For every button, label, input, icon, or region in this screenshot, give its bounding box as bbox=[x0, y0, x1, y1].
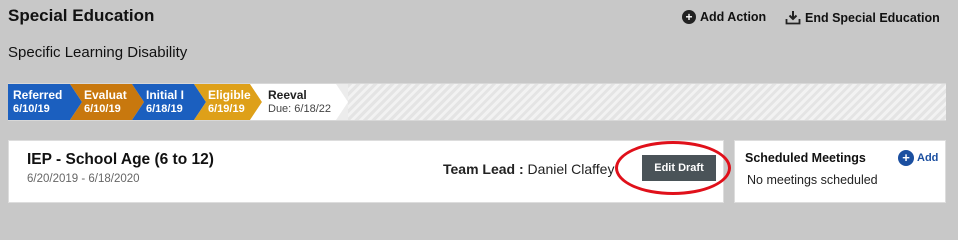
track-remaining-area bbox=[348, 84, 946, 120]
iep-title: IEP - School Age (6 to 12) bbox=[27, 151, 214, 168]
team-lead-label: Team Lead : bbox=[443, 161, 524, 177]
iep-date-range: 6/20/2019 - 6/18/2020 bbox=[27, 173, 140, 185]
no-meetings-text: No meetings scheduled bbox=[747, 173, 878, 187]
stage-name: Initial I bbox=[146, 88, 185, 102]
add-meeting-button[interactable]: + Add bbox=[898, 150, 938, 166]
edit-draft-button[interactable]: Edit Draft bbox=[642, 155, 716, 181]
stage-name: Referred bbox=[13, 88, 63, 102]
plus-circle-icon: + bbox=[682, 10, 696, 24]
stage-reeval[interactable]: Reeval Due: 6/18/22 bbox=[250, 84, 348, 120]
end-special-education-label: End Special Education bbox=[805, 10, 940, 25]
plus-circle-icon: + bbox=[898, 150, 914, 166]
stage-date: 6/10/19 bbox=[13, 103, 50, 115]
stage-name: Reeval bbox=[268, 88, 307, 102]
stage-name: Evaluat bbox=[84, 88, 127, 102]
iep-card: IEP - School Age (6 to 12) 6/20/2019 - 6… bbox=[8, 140, 731, 203]
add-action-button[interactable]: + Add Action bbox=[682, 10, 766, 24]
end-special-education-button[interactable]: End Special Education bbox=[785, 10, 940, 25]
page-title: Special Education bbox=[8, 6, 155, 25]
stage-name: Eligible bbox=[208, 88, 251, 102]
stage-date: 6/19/19 bbox=[208, 103, 245, 115]
stage-referred[interactable]: Referred 6/10/19 bbox=[8, 84, 82, 120]
team-lead-name: Daniel Claffey bbox=[527, 161, 615, 177]
stage-date: 6/10/19 bbox=[84, 103, 121, 115]
workflow-progress-track: Referred 6/10/19 Evaluat 6/10/19 Initial… bbox=[8, 83, 946, 121]
team-lead: Team Lead : Daniel Claffey bbox=[443, 161, 614, 177]
stage-date: 6/18/19 bbox=[146, 103, 183, 115]
stage-due-date: Due: 6/18/22 bbox=[268, 103, 331, 115]
scheduled-meetings-card: Scheduled Meetings + Add No meetings sch… bbox=[734, 140, 946, 203]
page-subtitle: Specific Learning Disability bbox=[8, 44, 188, 61]
scheduled-meetings-title: Scheduled Meetings bbox=[745, 151, 866, 165]
add-action-label: Add Action bbox=[700, 10, 767, 24]
download-tray-icon bbox=[785, 11, 801, 25]
add-meeting-label: Add bbox=[917, 152, 939, 164]
